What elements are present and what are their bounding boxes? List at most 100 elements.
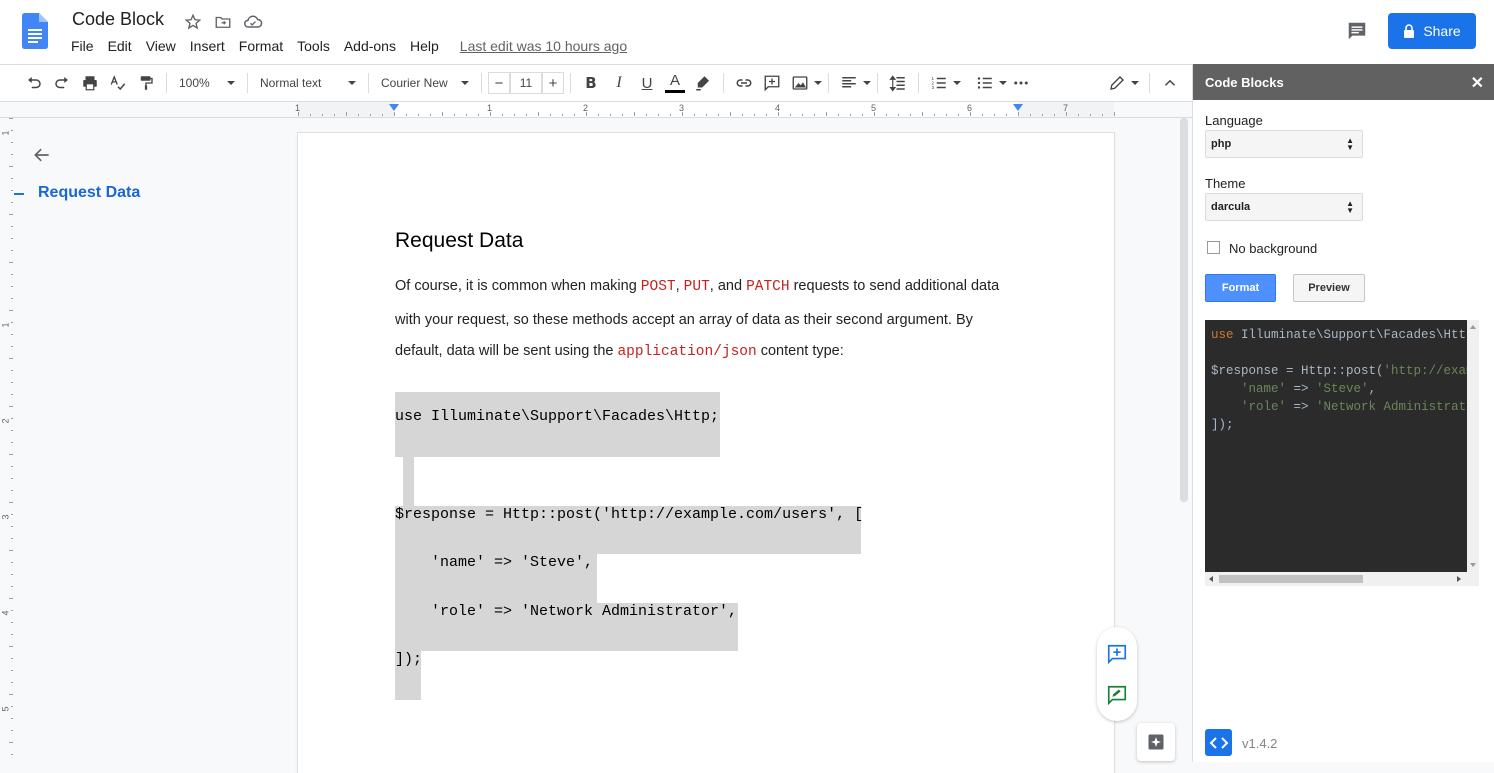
text-color-button[interactable]: A (661, 69, 689, 97)
ruler-tick (11, 730, 13, 731)
ruler-tick (298, 112, 299, 116)
spellcheck-icon[interactable] (104, 69, 132, 97)
ruler-tick (550, 114, 551, 116)
no-background-checkbox[interactable] (1207, 241, 1220, 254)
ruler-tick (910, 114, 911, 116)
preview-horizontal-scrollbar[interactable] (1205, 572, 1479, 586)
cloud-saved-icon[interactable] (243, 12, 263, 32)
align-icon[interactable] (835, 69, 863, 97)
format-button[interactable]: Format (1205, 274, 1276, 302)
bulleted-list-icon[interactable] (971, 69, 999, 97)
ruler-tick (11, 202, 13, 203)
outline-item-request-data[interactable]: Request Data (38, 184, 140, 202)
ruler-tick (11, 394, 13, 395)
ruler-tick (11, 238, 13, 239)
italic-button[interactable]: I (605, 69, 633, 97)
menu-format[interactable]: Format (232, 38, 290, 54)
docs-logo-icon[interactable] (22, 13, 48, 49)
suggest-edit-icon[interactable] (1105, 683, 1129, 707)
ruler-tick (730, 112, 731, 116)
print-icon[interactable] (76, 69, 104, 97)
language-select[interactable]: php ▲ ▼ (1205, 130, 1363, 158)
menu-help[interactable]: Help (403, 38, 446, 54)
ruler-tick (11, 574, 13, 575)
menu-addons[interactable]: Add-ons (337, 38, 403, 54)
ruler-tick (11, 250, 13, 251)
ruler-tick (370, 114, 371, 116)
image-icon[interactable] (786, 69, 814, 97)
link-icon[interactable] (730, 69, 758, 97)
left-indent-marker[interactable] (389, 104, 399, 111)
ruler-tick (622, 114, 623, 116)
highlight-icon[interactable] (689, 69, 717, 97)
add-comment-icon[interactable] (1105, 642, 1129, 666)
explore-icon[interactable] (1137, 723, 1175, 761)
edit-mode-icon[interactable] (1103, 69, 1131, 97)
menu-insert[interactable]: Insert (183, 38, 232, 54)
ruler-tick (406, 114, 407, 116)
ruler-tick (430, 114, 431, 116)
comment-icon[interactable] (1344, 18, 1370, 44)
ruler-tick (11, 178, 13, 179)
text: default, data will be sent using the (395, 343, 618, 359)
more-icon[interactable] (1007, 69, 1035, 97)
ruler-tick (358, 114, 359, 116)
inline-code-put: PUT (683, 279, 710, 295)
menu-tools[interactable]: Tools (290, 38, 337, 54)
ruler-tick (598, 114, 599, 116)
menu-edit[interactable]: Edit (101, 38, 139, 54)
paint-format-icon[interactable] (132, 69, 160, 97)
back-arrow-icon[interactable] (32, 145, 54, 167)
ruler-tick (862, 114, 863, 116)
underline-button[interactable]: U (633, 69, 661, 97)
ruler-tick (9, 358, 13, 359)
ruler-tick (994, 114, 995, 116)
ruler-tick (802, 114, 803, 116)
numbered-list-icon[interactable]: 123 (925, 69, 953, 97)
font-size-increase-button[interactable]: + (542, 72, 564, 94)
ruler-tick (454, 114, 455, 116)
close-icon[interactable]: ✕ (1471, 73, 1484, 93)
ruler-tick (11, 478, 13, 479)
menu-view[interactable]: View (139, 38, 183, 54)
font-size-input[interactable]: 11 (510, 72, 542, 94)
collapse-icon[interactable] (1156, 69, 1184, 97)
inline-code-mime: application/json (617, 344, 757, 360)
star-icon[interactable] (183, 12, 203, 32)
horizontal-ruler[interactable]: 1 1 2 3 4 5 6 7 (0, 102, 1192, 118)
ruler-tick (1054, 114, 1055, 116)
ruler-tick (610, 114, 611, 116)
theme-select[interactable]: darcula ▲ ▼ (1205, 193, 1363, 221)
preview-button[interactable]: Preview (1293, 274, 1365, 302)
move-folder-icon[interactable] (213, 12, 233, 32)
preview-code: use Illuminate\Support\Facades\Http; $re… (1211, 326, 1467, 434)
share-button[interactable]: Share (1388, 13, 1476, 49)
line-spacing-icon[interactable] (884, 69, 912, 97)
document-title[interactable]: Code Block (72, 9, 164, 30)
redo-icon[interactable] (48, 69, 76, 97)
ruler-tick (346, 112, 347, 116)
toolbar: 100% Normal text Courier New − 11 + B I … (0, 64, 1192, 102)
document-scrollbar[interactable] (1180, 118, 1188, 502)
font-select[interactable]: Courier New (375, 70, 475, 96)
preview-vertical-scrollbar[interactable] (1467, 320, 1479, 572)
ruler-tick (778, 112, 779, 116)
scroll-thumb[interactable] (1219, 575, 1363, 583)
code-preview[interactable]: use Illuminate\Support\Facades\Http; $re… (1205, 320, 1467, 572)
zoom-select[interactable]: 100% (173, 70, 241, 96)
undo-icon[interactable] (20, 69, 48, 97)
font-size-decrease-button[interactable]: − (488, 72, 510, 94)
ruler-tick (526, 114, 527, 116)
ruler-tick (9, 118, 13, 119)
bold-button[interactable]: B (577, 69, 605, 97)
vruler-number: 1 (0, 322, 11, 328)
menu-file[interactable]: File (64, 38, 101, 54)
last-edit-link[interactable]: Last edit was 10 hours ago (460, 38, 627, 54)
ruler-tick (922, 112, 923, 116)
ruler-tick (11, 706, 13, 707)
document-page[interactable]: Request Data Of course, it is common whe… (298, 133, 1114, 773)
ruler-tick (11, 526, 13, 527)
right-indent-marker[interactable] (1013, 104, 1023, 111)
add-comment-icon[interactable] (758, 69, 786, 97)
style-select[interactable]: Normal text (254, 70, 362, 96)
